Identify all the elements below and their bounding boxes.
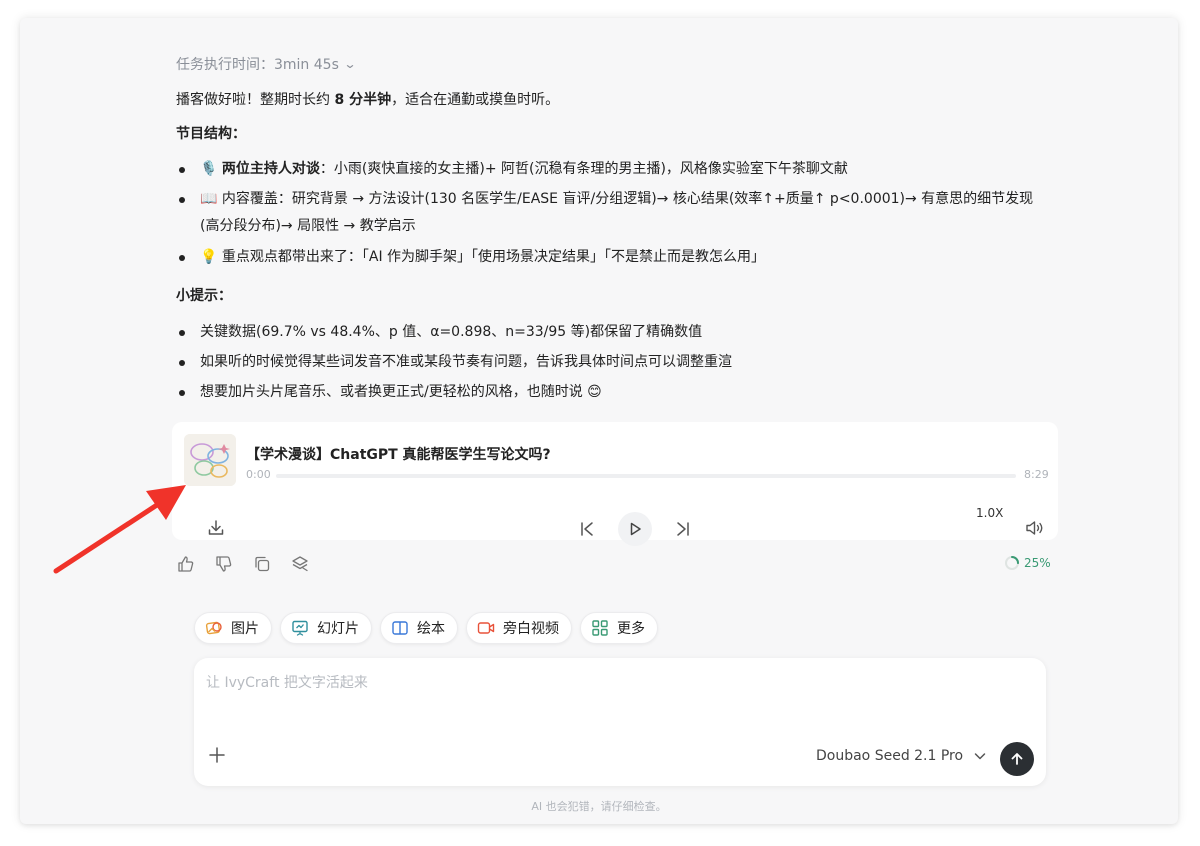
bullet-dot (179, 255, 185, 261)
tips-heading: 小提示： (176, 288, 232, 304)
previous-button[interactable] (576, 518, 598, 540)
book-icon (391, 619, 409, 637)
current-time: 0:00 (246, 468, 271, 481)
podcast-cover[interactable] (184, 434, 236, 486)
chevron-down-icon: ⌄ (343, 57, 357, 71)
list-item-text: 内容覆盖：研究背景 → 方法设计(130 名医学生/EASE 盲评/分组逻辑)→… (217, 191, 1034, 207)
chevron-down-icon (974, 753, 986, 760)
intro-before: 播客做好啦！整期时长约 (176, 92, 335, 108)
audio-player: 【学术漫谈】ChatGPT 真能帮医学生写论文吗? 0:00 8:29 1.0X (172, 422, 1058, 546)
intro-text: 播客做好啦！整期时长约 8 分半钟，适合在通勤或摸鱼时听。 (176, 90, 559, 110)
chip-label: 图片 (231, 621, 259, 637)
progress-ring-icon (1005, 556, 1019, 570)
bullet-dot (179, 390, 185, 396)
list-item: 如果听的时候觉得某些词发音不准或某段节奏有问题，告诉我具体时间点可以调整重渲 (176, 349, 1056, 376)
thumbs-up-icon (178, 556, 194, 572)
bullet-dot (179, 360, 185, 366)
like-button[interactable] (176, 554, 196, 574)
task-timer[interactable]: 任务执行时间：3min 45s ⌄ (176, 54, 357, 74)
layers-button[interactable] (290, 554, 310, 574)
layers-icon (292, 556, 308, 572)
chip-narration-video[interactable]: 旁白视频 (466, 612, 572, 644)
bullet-dot (179, 330, 185, 336)
disclaimer: AI 也会犯错，请仔细检查。 (531, 800, 667, 813)
list-item: 📖 内容覆盖：研究背景 → 方法设计(130 名医学生/EASE 盲评/分组逻辑… (176, 186, 1076, 240)
bullet-dot (179, 167, 185, 173)
seek-bar[interactable] (276, 474, 1016, 478)
tool-chips: 图片 幻灯片 绘本 旁白视频 更多 (194, 612, 658, 644)
chip-picture-book[interactable]: 绘本 (380, 612, 458, 644)
progress-percent: 25% (1024, 556, 1051, 570)
model-selector[interactable]: Doubao Seed 2.1 Pro (816, 748, 987, 764)
playback-speed-button[interactable]: 1.0X (976, 506, 1003, 520)
duration-time: 8:29 (1024, 468, 1049, 481)
video-icon (477, 619, 495, 637)
chip-label: 更多 (617, 621, 645, 637)
composer: Doubao Seed 2.1 Pro (194, 658, 1046, 786)
download-icon (208, 520, 224, 535)
task-timer-text: 任务执行时间：3min 45s (176, 57, 339, 73)
skip-forward-icon (677, 522, 689, 536)
model-name: Doubao Seed 2.1 Pro (816, 748, 964, 764)
lightbulb-icon: 💡 (200, 249, 218, 265)
chat-window: 任务执行时间：3min 45s ⌄ 播客做好啦！整期时长约 8 分半钟，适合在通… (20, 18, 1178, 824)
attach-button[interactable] (206, 744, 228, 766)
list-item-text: ：小雨(爽快直接的女主播)+ 阿哲(沉稳有条理的男主播)，风格像实验室下午茶聊文… (319, 161, 848, 177)
list-item-text: 如果听的时候觉得某些词发音不准或某段节奏有问题，告诉我具体时间点可以调整重渲 (200, 354, 732, 370)
chip-label: 绘本 (417, 621, 445, 637)
copy-button[interactable] (252, 554, 272, 574)
podcast-title: 【学术漫谈】ChatGPT 真能帮医学生写论文吗? (246, 447, 551, 463)
bullet-dot (179, 197, 185, 203)
arrow-up-icon (1011, 753, 1023, 765)
chip-more[interactable]: 更多 (580, 612, 658, 644)
slides-icon (291, 619, 309, 637)
send-button[interactable] (1000, 742, 1034, 776)
volume-icon (1026, 521, 1043, 535)
plus-icon (209, 747, 225, 763)
skip-back-icon (581, 522, 593, 536)
intro-bold: 8 分半钟 (334, 92, 392, 108)
chip-label: 幻灯片 (317, 621, 359, 637)
volume-button[interactable] (1024, 518, 1046, 538)
chip-image[interactable]: 图片 (194, 612, 272, 644)
list-item: 💡 重点观点都带出来了：「AI 作为脚手架」「使用场景决定结果」「不是禁止而是教… (176, 244, 1056, 271)
list-item-text: 重点观点都带出来了：「AI 作为脚手架」「使用场景决定结果」「不是禁止而是教怎么… (217, 249, 766, 265)
list-item: 想要加片头片尾音乐、或者换更正式/更轻松的风格，也随时说 😊 (176, 379, 1056, 406)
list-item-text: 关键数据(69.7% vs 48.4%、p 值、α=0.898、n=33/95 … (200, 324, 703, 340)
list-item-text: 想要加片头片尾音乐、或者换更正式/更轻松的风格，也随时说 😊 (200, 384, 602, 400)
dislike-button[interactable] (214, 554, 234, 574)
next-button[interactable] (672, 518, 694, 540)
thumbs-down-icon (216, 556, 232, 572)
generation-progress: 25% (1004, 555, 1051, 571)
play-button[interactable] (618, 512, 652, 546)
mic-icon: 🎙️ (200, 161, 218, 177)
download-button[interactable] (206, 518, 226, 538)
book-icon: 📖 (200, 191, 218, 207)
chip-slides[interactable]: 幻灯片 (280, 612, 372, 644)
prompt-input[interactable] (206, 672, 1026, 732)
structure-heading: 节目结构： (176, 126, 246, 142)
list-item-bold: 两位主持人对谈 (221, 161, 320, 177)
play-icon (630, 522, 641, 536)
chip-label: 旁白视频 (503, 621, 559, 637)
list-item: 关键数据(69.7% vs 48.4%、p 值、α=0.898、n=33/95 … (176, 319, 1056, 346)
grid-icon (591, 619, 609, 637)
image-icon (205, 619, 223, 637)
list-item: 🎙️ 两位主持人对谈：小雨(爽快直接的女主播)+ 阿哲(沉稳有条理的男主播)，风… (176, 156, 1056, 183)
message-actions (176, 554, 310, 574)
copy-icon (255, 556, 270, 572)
intro-after: ，适合在通勤或摸鱼时听。 (391, 92, 560, 108)
list-item-text-continued: (高分段分布)→ 局限性 → 教学启示 (200, 218, 416, 234)
